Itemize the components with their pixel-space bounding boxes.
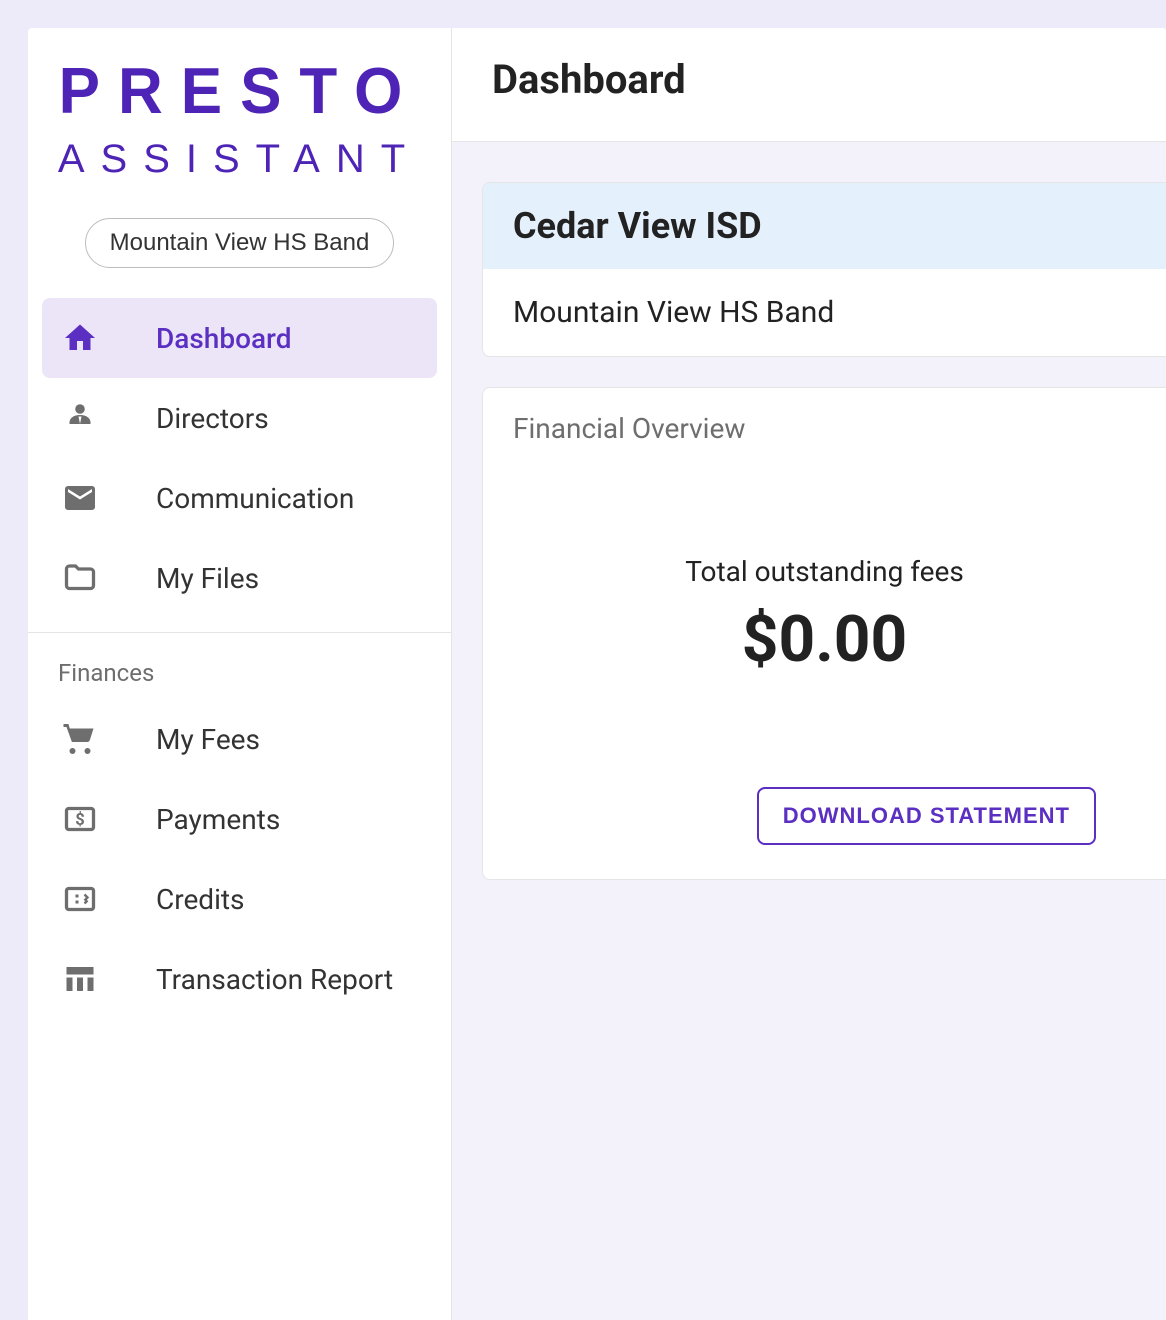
finances-nav: My Fees $ Payments Credits Transaction R… bbox=[28, 699, 451, 1019]
table-icon bbox=[62, 961, 98, 997]
nav-label: Dashboard bbox=[156, 322, 291, 355]
sidebar: PRESTO ASSISTANT Mountain View HS Band D… bbox=[28, 28, 452, 1320]
money-icon: $ bbox=[62, 801, 98, 837]
nav-label: Payments bbox=[156, 803, 280, 836]
cart-icon bbox=[62, 721, 98, 757]
organization-chip[interactable]: Mountain View HS Band bbox=[85, 218, 395, 268]
brand-logo: PRESTO ASSISTANT bbox=[28, 56, 451, 182]
nav-item-directors[interactable]: Directors bbox=[42, 378, 437, 458]
nav-item-credits[interactable]: Credits bbox=[42, 859, 437, 939]
primary-nav: Dashboard Directors Communication My Fil… bbox=[28, 298, 451, 618]
nav-label: Credits bbox=[156, 883, 245, 916]
brand-line2: ASSISTANT bbox=[58, 137, 421, 182]
svg-text:$: $ bbox=[75, 811, 84, 830]
nav-item-payments[interactable]: $ Payments bbox=[42, 779, 437, 859]
org-header-panel: Cedar View ISD Mountain View HS Band bbox=[482, 182, 1166, 357]
outstanding-fees-amount: $0.00 bbox=[742, 602, 907, 677]
credit-icon bbox=[62, 881, 98, 917]
brand-line1: PRESTO bbox=[59, 54, 421, 129]
download-row: DOWNLOAD STATEMENT bbox=[513, 787, 1136, 845]
outstanding-fees-label: Total outstanding fees bbox=[685, 555, 964, 588]
nav-item-transaction-report[interactable]: Transaction Report bbox=[42, 939, 437, 1019]
financial-overview-panel: Financial Overview Total outstanding fee… bbox=[482, 387, 1166, 880]
nav-item-dashboard[interactable]: Dashboard bbox=[42, 298, 437, 378]
nav-label: Directors bbox=[156, 402, 269, 435]
organization-name: Mountain View HS Band bbox=[483, 269, 1166, 356]
nav-label: Transaction Report bbox=[156, 963, 393, 996]
content: Cedar View ISD Mountain View HS Band Fin… bbox=[452, 142, 1166, 880]
main-area: Dashboard Cedar View ISD Mountain View H… bbox=[452, 28, 1166, 1320]
home-icon bbox=[62, 320, 98, 356]
financial-overview-body: Total outstanding fees $0.00 DOWNLOAD ST… bbox=[513, 555, 1136, 845]
finances-section-label: Finances bbox=[28, 647, 451, 699]
nav-item-my-files[interactable]: My Files bbox=[42, 538, 437, 618]
nav-label: Communication bbox=[156, 482, 354, 515]
nav-label: My Files bbox=[156, 562, 259, 595]
nav-item-my-fees[interactable]: My Fees bbox=[42, 699, 437, 779]
folder-icon bbox=[62, 560, 98, 596]
nav-divider bbox=[28, 632, 451, 633]
app-root: PRESTO ASSISTANT Mountain View HS Band D… bbox=[0, 0, 1166, 1320]
topbar: Dashboard bbox=[452, 28, 1166, 142]
mail-icon bbox=[62, 480, 98, 516]
page-title: Dashboard bbox=[492, 56, 686, 103]
nav-item-communication[interactable]: Communication bbox=[42, 458, 437, 538]
nav-label: My Fees bbox=[156, 723, 260, 756]
download-statement-button[interactable]: DOWNLOAD STATEMENT bbox=[757, 787, 1096, 845]
person-tie-icon bbox=[62, 400, 98, 436]
financial-overview-title: Financial Overview bbox=[513, 412, 1136, 445]
district-name: Cedar View ISD bbox=[483, 183, 1166, 269]
